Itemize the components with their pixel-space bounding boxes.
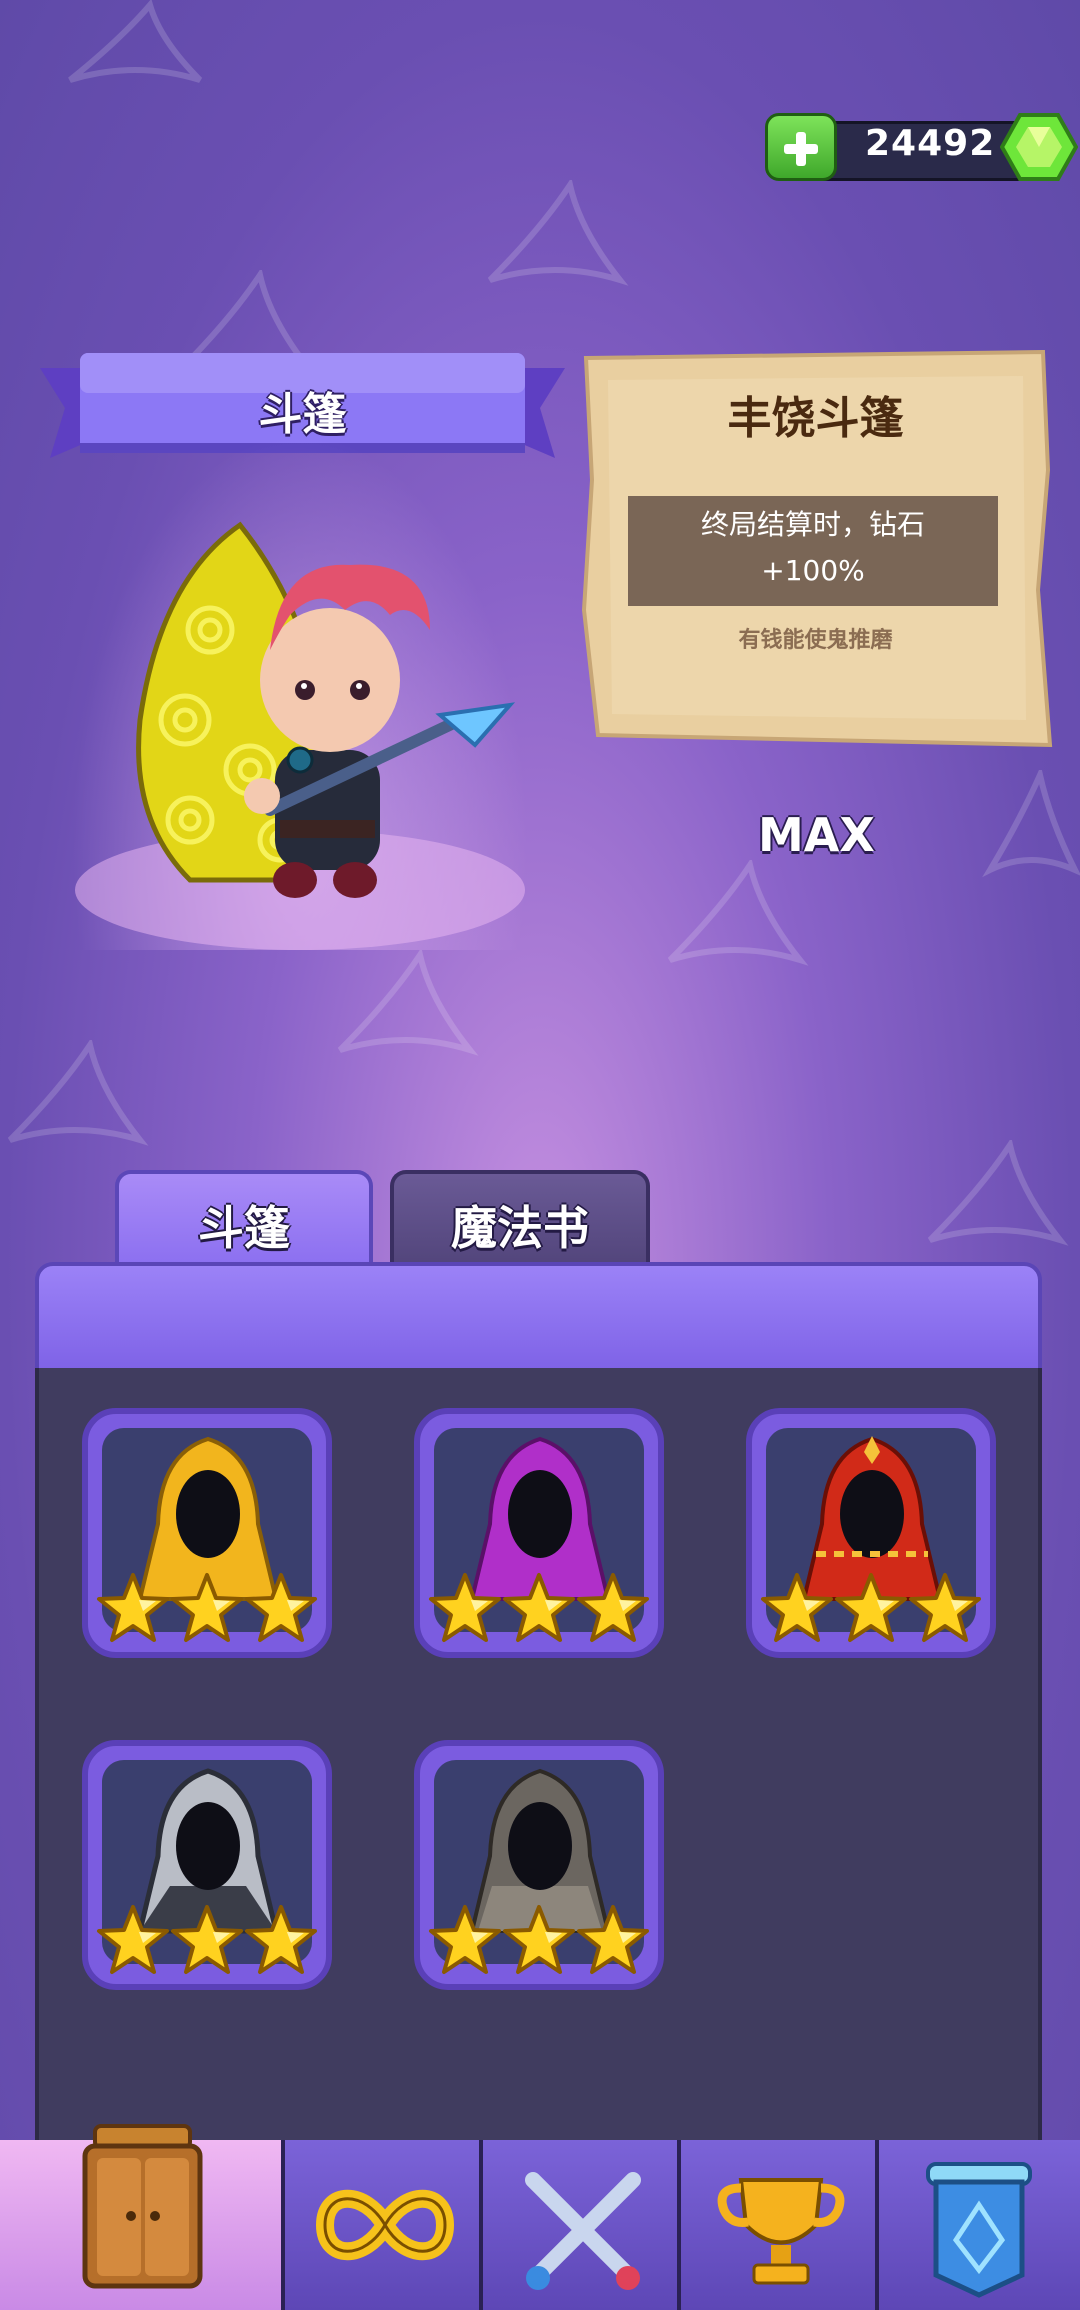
star-rating [760, 1572, 982, 1644]
item-info-card: 丰饶斗篷 终局结算时，钻石 +100% 有钱能使鬼推磨 [578, 350, 1053, 748]
star-icon [834, 1572, 908, 1644]
hat-pattern-icon [337, 950, 479, 1056]
star-icon [576, 1572, 650, 1644]
star-icon [760, 1572, 834, 1644]
star-rating [96, 1572, 318, 1644]
star-icon [244, 1572, 318, 1644]
cloak-grid-panel [35, 1262, 1042, 2168]
star-icon [428, 1904, 502, 1976]
nav-wardrobe[interactable] [0, 2124, 285, 2310]
nav-infinity[interactable] [285, 2140, 483, 2310]
star-icon [170, 1572, 244, 1644]
currency-amount: 24492 [865, 123, 996, 164]
add-currency-button[interactable] [765, 113, 837, 181]
hat-pattern-icon [7, 1040, 149, 1146]
infinity-icon [315, 2189, 455, 2261]
cloak-slot-red[interactable] [746, 1408, 996, 1658]
item-description-line1: 终局结算时，钻石 [700, 508, 925, 541]
star-icon [908, 1572, 982, 1644]
panel-header [35, 1262, 1042, 1372]
item-description-line2: +100% [761, 554, 865, 587]
cloak-slot-stone[interactable] [414, 1740, 664, 1990]
star-icon [576, 1904, 650, 1976]
star-icon [428, 1572, 502, 1644]
crossed-swords-icon [525, 2172, 641, 2290]
level-label: MAX [758, 808, 875, 862]
star-icon [96, 1572, 170, 1644]
cloak-slot-gold[interactable] [82, 1408, 332, 1658]
hat-pattern-icon [487, 180, 629, 286]
cloak-slot-grey[interactable] [82, 1740, 332, 1990]
wardrobe-icon [82, 2124, 203, 2289]
star-rating [428, 1572, 650, 1644]
tab-cloak[interactable]: 斗篷 [115, 1170, 373, 1270]
green-gem-icon [1000, 113, 1078, 181]
star-icon [244, 1904, 318, 1976]
item-name: 丰饶斗篷 [727, 393, 904, 444]
wizard-character [136, 521, 516, 898]
star-icon [170, 1904, 244, 1976]
star-rating [96, 1904, 318, 1976]
star-rating [428, 1904, 650, 1976]
star-icon [502, 1572, 576, 1644]
banner-icon [926, 2162, 1032, 2298]
star-icon [502, 1904, 576, 1976]
star-icon [96, 1904, 170, 1976]
nav-trophy[interactable] [681, 2140, 879, 2310]
cloak-slot-purple[interactable] [414, 1408, 664, 1658]
hat-pattern-icon [927, 1140, 1069, 1246]
currency-display: 24492 [765, 113, 1078, 181]
nav-battle[interactable] [483, 2140, 681, 2310]
hat-pattern-icon [982, 770, 1080, 878]
item-flavor-text: 有钱能使鬼推磨 [738, 628, 893, 653]
trophy-icon [717, 2178, 845, 2285]
tab-spellbook[interactable]: 魔法书 [390, 1170, 650, 1270]
hat-pattern-icon [68, 0, 203, 83]
nav-banner[interactable] [879, 2140, 1080, 2310]
bottom-navigation [0, 2124, 1080, 2310]
hat-pattern-icon [667, 860, 809, 966]
item-description-box: 终局结算时，钻石 +100% [628, 496, 998, 606]
